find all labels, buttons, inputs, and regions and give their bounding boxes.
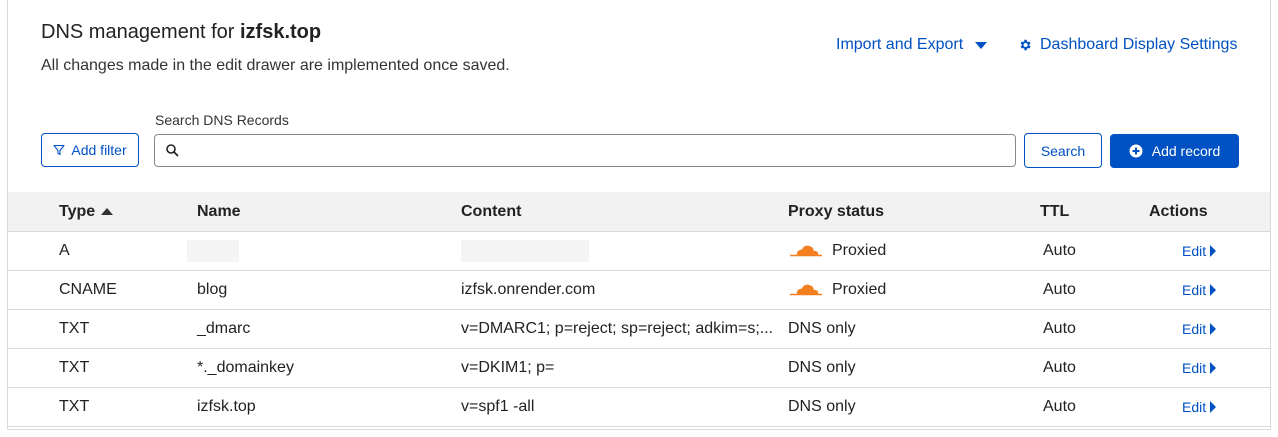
edit-label: Edit xyxy=(1182,321,1207,337)
title-prefix: DNS management for xyxy=(41,21,235,43)
chevron-right-icon xyxy=(1210,323,1217,335)
record-ttl: Auto xyxy=(1043,359,1076,376)
record-name xyxy=(187,232,239,270)
record-type: TXT xyxy=(59,359,90,376)
sort-up-icon xyxy=(101,208,114,215)
record-type: TXT xyxy=(59,320,90,337)
search-input[interactable] xyxy=(185,139,1005,162)
gear-icon xyxy=(1020,39,1031,51)
edit-record-button[interactable]: Edit xyxy=(1182,232,1217,270)
record-type: CNAME xyxy=(59,281,117,298)
chevron-right-icon xyxy=(1210,284,1217,296)
record-type: TXT xyxy=(59,398,90,415)
edit-record-button[interactable]: Edit xyxy=(1182,349,1217,387)
record-content: v=DKIM1; p= xyxy=(461,349,783,387)
import-export-link[interactable]: Import and Export xyxy=(836,36,988,54)
proxy-status: Proxied xyxy=(788,232,886,270)
dns-records-table: Type Name Content Proxy status TTL Actio… xyxy=(8,192,1270,427)
record-name: *._domainkey xyxy=(197,359,294,376)
record-ttl: Auto xyxy=(1043,242,1076,259)
column-name-header[interactable]: Name xyxy=(197,192,241,231)
edit-label: Edit xyxy=(1182,360,1207,376)
edit-record-button[interactable]: Edit xyxy=(1182,388,1217,426)
chevron-right-icon xyxy=(1210,362,1217,374)
search-field[interactable] xyxy=(154,134,1016,167)
proxy-status-label: Proxied xyxy=(832,242,887,259)
table-header: Type Name Content Proxy status TTL Actio… xyxy=(8,192,1270,232)
record-content xyxy=(461,232,783,270)
dashboard-settings-label: Dashboard Display Settings xyxy=(1040,36,1238,53)
record-content: v=spf1 -all xyxy=(461,388,783,426)
add-filter-button[interactable]: Add filter xyxy=(41,133,139,167)
redacted-content xyxy=(461,240,589,262)
record-ttl: Auto xyxy=(1043,320,1076,337)
chevron-right-icon xyxy=(1210,245,1217,257)
table-row: TXT *._domainkey v=DKIM1; p= DNS only Au… xyxy=(8,349,1270,388)
record-name: izfsk.top xyxy=(197,398,256,415)
orange-cloud-icon xyxy=(790,284,822,296)
record-ttl: Auto xyxy=(1043,281,1076,298)
search-icon xyxy=(166,144,179,157)
edit-record-button[interactable]: Edit xyxy=(1182,310,1217,348)
record-content-text: v=DKIM1; p= xyxy=(461,359,555,376)
record-content-text: v=DMARC1; p=reject; sp=reject; adkim=s;.… xyxy=(461,320,774,337)
record-name: _dmarc xyxy=(197,320,251,337)
dashboard-settings-link[interactable]: Dashboard Display Settings xyxy=(1018,36,1237,54)
column-ttl-header[interactable]: TTL xyxy=(1040,192,1069,231)
edit-label: Edit xyxy=(1182,243,1207,259)
filter-icon xyxy=(53,144,65,156)
domain-name: izfsk.top xyxy=(239,21,322,43)
table-row: CNAME blog izfsk.onrender.com Proxied Au… xyxy=(8,271,1270,310)
record-content: izfsk.onrender.com xyxy=(461,271,783,309)
import-export-label: Import and Export xyxy=(836,36,964,53)
edit-label: Edit xyxy=(1182,282,1207,298)
page-subtitle: All changes made in the edit drawer are … xyxy=(41,57,510,74)
redacted-name xyxy=(187,240,239,262)
proxy-status: Proxied xyxy=(788,271,886,309)
chevron-down-icon xyxy=(975,41,988,49)
plus-circle-icon xyxy=(1129,144,1143,158)
edit-record-button[interactable]: Edit xyxy=(1182,271,1217,309)
page-title: DNS management for izfsk.top xyxy=(41,21,321,44)
column-type-label: Type xyxy=(59,202,96,220)
proxy-status: DNS only xyxy=(788,359,856,376)
proxy-status: DNS only xyxy=(788,398,856,415)
edit-label: Edit xyxy=(1182,399,1207,415)
column-content-header[interactable]: Content xyxy=(461,192,783,231)
proxy-status-label: Proxied xyxy=(832,281,887,298)
search-button[interactable]: Search xyxy=(1024,133,1102,168)
table-row: TXT izfsk.top v=spf1 -all DNS only Auto … xyxy=(8,388,1270,427)
column-actions-header: Actions xyxy=(1149,202,1208,220)
search-label: Search DNS Records xyxy=(155,112,289,128)
record-name: blog xyxy=(197,281,228,298)
column-proxy-header[interactable]: Proxy status xyxy=(788,192,884,231)
record-type: A xyxy=(59,242,70,259)
column-type-header[interactable]: Type xyxy=(59,192,114,231)
record-ttl: Auto xyxy=(1043,398,1076,415)
table-row: A Proxied Auto Edit xyxy=(8,232,1270,271)
record-content-text: v=spf1 -all xyxy=(461,398,535,415)
add-record-button[interactable]: Add record xyxy=(1110,134,1239,168)
add-record-label: Add record xyxy=(1151,143,1221,159)
dns-management-card: DNS management for izfsk.top All changes… xyxy=(7,0,1271,430)
add-filter-label: Add filter xyxy=(71,142,127,158)
table-row: TXT _dmarc v=DMARC1; p=reject; sp=reject… xyxy=(8,310,1270,349)
chevron-right-icon xyxy=(1210,401,1217,413)
proxy-status: DNS only xyxy=(788,320,856,337)
record-content: v=DMARC1; p=reject; sp=reject; adkim=s;.… xyxy=(461,310,783,348)
record-content-text: izfsk.onrender.com xyxy=(461,281,596,298)
orange-cloud-icon xyxy=(790,245,822,257)
